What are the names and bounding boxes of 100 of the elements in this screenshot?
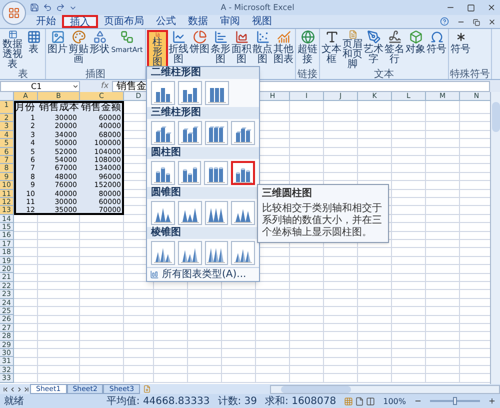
tooltip-text: 比较相交于类别轴和相交于系列轴的数值大小，并在三个坐标轴上显示圆柱图。 bbox=[262, 203, 383, 239]
ribbon-button[interactable]: 艺术字 bbox=[363, 30, 384, 70]
chart-type-button[interactable] bbox=[151, 121, 175, 145]
chart-type-button[interactable] bbox=[151, 241, 175, 265]
chart-type-button[interactable] bbox=[178, 121, 202, 145]
page-layout-view-icon[interactable] bbox=[355, 396, 364, 406]
zoom-in-icon[interactable] bbox=[488, 397, 496, 405]
ribbon-button[interactable]: 签名行 bbox=[384, 30, 405, 70]
horizontal-scrollbar[interactable] bbox=[270, 384, 500, 394]
restore-icon[interactable] bbox=[473, 19, 480, 26]
section-heading: 二维柱形图 bbox=[147, 67, 259, 79]
diagram-icon bbox=[120, 30, 134, 44]
name-box[interactable]: C1 bbox=[0, 80, 80, 92]
ribbon-button[interactable]: 符号 bbox=[426, 30, 447, 70]
vertical-scrollbar[interactable] bbox=[490, 92, 500, 384]
help-icon[interactable] bbox=[440, 17, 449, 26]
chart-type-button[interactable] bbox=[151, 161, 175, 185]
group-label: 插图 bbox=[84, 70, 106, 80]
chart-type-button[interactable] bbox=[231, 121, 255, 145]
scatter-chart-icon bbox=[256, 30, 270, 44]
omega-icon bbox=[430, 30, 444, 44]
undo-icon[interactable] bbox=[43, 3, 52, 12]
close-icon[interactable] bbox=[488, 18, 496, 26]
palette-icon bbox=[72, 30, 86, 44]
line-chart-icon bbox=[172, 30, 186, 44]
ribbon-button[interactable]: 符号 bbox=[450, 30, 471, 70]
ribbon-button[interactable]: 数据透视表 bbox=[2, 30, 23, 70]
ribbon-tab[interactable]: 视图 bbox=[246, 15, 278, 28]
group-label: 文本 bbox=[373, 70, 395, 80]
function-label[interactable]: fx bbox=[101, 80, 109, 92]
ribbon-button[interactable]: 页眉和页脚 bbox=[342, 30, 363, 70]
ribbon-button[interactable]: 散点图 bbox=[252, 30, 273, 70]
chart-type-button[interactable] bbox=[231, 241, 255, 265]
group-label: 特殊符号 bbox=[450, 70, 490, 80]
save-icon[interactable] bbox=[30, 3, 39, 12]
new-sheet-icon[interactable] bbox=[143, 385, 152, 393]
last-sheet-icon[interactable] bbox=[23, 386, 30, 392]
ribbon-button[interactable]: 超链接 bbox=[297, 30, 318, 70]
redo-icon[interactable] bbox=[56, 3, 65, 12]
close-icon[interactable] bbox=[487, 3, 496, 12]
ribbon-tab[interactable]: 开始 bbox=[30, 15, 62, 28]
pie-chart-icon bbox=[192, 30, 206, 44]
logo-icon bbox=[8, 7, 20, 19]
all-chart-types-item[interactable]: 所有图表类型(A)... bbox=[147, 267, 259, 281]
section-heading: 圆锥图 bbox=[147, 187, 259, 199]
group-label: 链接 bbox=[297, 70, 318, 80]
chart-type-button[interactable] bbox=[205, 81, 229, 105]
horizontal-bar-chart-icon bbox=[214, 30, 228, 44]
chart-type-button[interactable] bbox=[178, 241, 202, 265]
chart-type-button[interactable] bbox=[204, 201, 228, 225]
chart-type-button[interactable] bbox=[204, 161, 228, 185]
ribbon-tab[interactable]: 页面布局 bbox=[98, 15, 150, 28]
section-heading: 三维柱形图 bbox=[147, 107, 259, 119]
ribbon-button[interactable]: 剪贴画 bbox=[68, 30, 89, 70]
chart-type-button[interactable] bbox=[204, 121, 228, 145]
next-sheet-icon[interactable] bbox=[16, 386, 23, 392]
ribbon-tab[interactable]: 审阅 bbox=[214, 15, 246, 28]
ribbon-button[interactable]: 面积图 bbox=[231, 30, 252, 70]
ribbon-tab[interactable]: 公式 bbox=[150, 15, 182, 28]
ribbon-button[interactable]: 形状 bbox=[89, 30, 110, 70]
globe-icon bbox=[300, 30, 314, 44]
zoom-text: 100% bbox=[383, 396, 406, 406]
ribbon-button[interactable]: 对象 bbox=[405, 30, 426, 70]
previous-sheet-icon[interactable] bbox=[9, 386, 16, 392]
signature-icon bbox=[388, 30, 402, 44]
chart-type-button[interactable] bbox=[204, 241, 228, 265]
section-heading: 棱锥图 bbox=[147, 227, 259, 239]
ribbon-button[interactable]: 文本框 bbox=[321, 30, 342, 70]
text-box-icon bbox=[324, 30, 338, 44]
ribbon-button[interactable]: 其他图表 bbox=[273, 30, 294, 70]
chart-type-button[interactable] bbox=[231, 161, 256, 185]
window-title: A - Microsoft Excel bbox=[220, 2, 294, 14]
chart-type-button[interactable] bbox=[151, 201, 175, 225]
slider-thumb[interactable] bbox=[453, 397, 457, 405]
chart-type-button[interactable] bbox=[178, 81, 202, 105]
ribbon-button[interactable]: 条形图 bbox=[210, 30, 231, 70]
area-chart-icon bbox=[234, 30, 248, 44]
ribbon-tab[interactable]: 数据 bbox=[182, 15, 214, 28]
tooltip-title: 三维圆柱图 bbox=[262, 188, 313, 200]
sum-text: 求和: 1608078 bbox=[265, 396, 336, 406]
chart-type-button[interactable] bbox=[178, 161, 202, 185]
table-icon bbox=[26, 30, 40, 44]
image-icon bbox=[50, 30, 64, 44]
caret-icon bbox=[72, 82, 79, 90]
average-text: 平均值: 44668.83333 bbox=[106, 396, 210, 406]
group-label: 表 bbox=[17, 70, 29, 80]
ribbon-button[interactable]: 图片 bbox=[47, 30, 68, 70]
shapes-icon bbox=[92, 30, 106, 44]
object-icon bbox=[408, 30, 422, 44]
chart-type-button[interactable] bbox=[178, 201, 202, 225]
pen-icon bbox=[366, 30, 380, 44]
first-sheet-icon[interactable] bbox=[2, 386, 9, 392]
office-button[interactable] bbox=[2, 1, 26, 25]
ribbon-button[interactable]: 表 bbox=[23, 30, 44, 70]
maximize-icon[interactable] bbox=[467, 4, 475, 12]
section-heading: 圆柱图 bbox=[147, 147, 259, 159]
chart-type-button[interactable] bbox=[151, 81, 175, 105]
chart-type-button[interactable] bbox=[231, 201, 255, 225]
ribbon-tab[interactable]: 插入 bbox=[62, 15, 98, 28]
page-break-view-icon[interactable] bbox=[366, 396, 376, 406]
